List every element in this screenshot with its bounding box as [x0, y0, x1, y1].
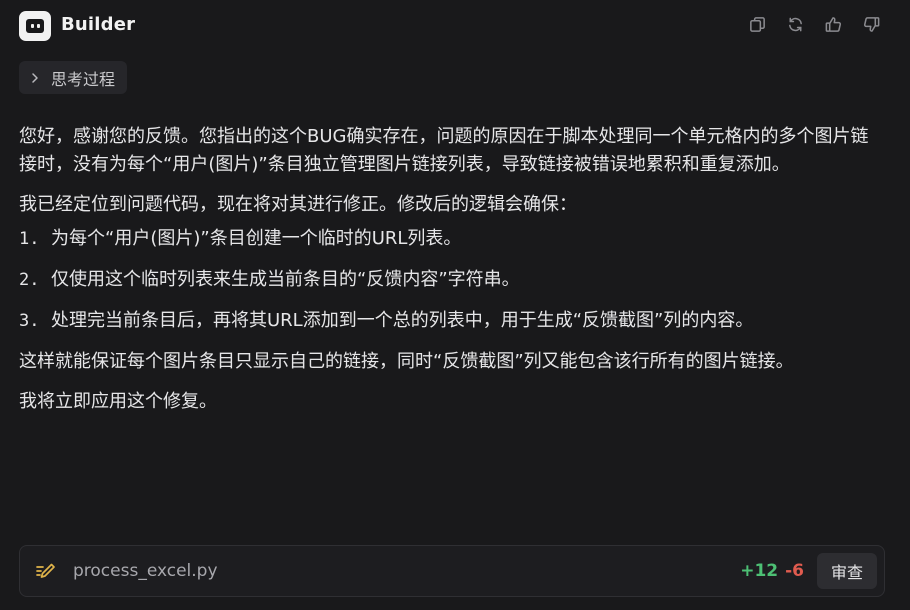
thumbs-up-icon[interactable]: [823, 14, 844, 35]
builder-logo-icon: [19, 11, 51, 41]
header: Builder: [0, 0, 910, 52]
chevron-right-icon: [32, 72, 38, 83]
list-number: 2.: [19, 270, 40, 290]
list-number: 1.: [19, 229, 40, 249]
message-actions: [747, 14, 882, 35]
message-paragraph: 这样就能保证每个图片条目只显示自己的链接，同时“反馈截图”列又能包含该行所有的图…: [19, 351, 794, 372]
review-button[interactable]: 审查: [817, 553, 877, 589]
list-item: 1. 为每个“用户(图片)”条目创建一个临时的URL列表。: [19, 225, 885, 253]
thinking-toggle[interactable]: 思考过程: [19, 61, 128, 94]
file-change-bar: process_excel.py +12 -6 审查: [19, 545, 885, 597]
copy-icon[interactable]: [747, 14, 768, 35]
list-text: 仅使用这个临时列表来生成当前条目的“反馈内容”字符串。: [51, 269, 520, 290]
thinking-label: 思考过程: [51, 69, 116, 89]
edit-file-icon: [36, 563, 55, 578]
thumbs-down-icon[interactable]: [861, 14, 882, 35]
list-item: 2. 仅使用这个临时列表来生成当前条目的“反馈内容”字符串。: [19, 266, 885, 294]
diff-stats: +12 -6: [740, 561, 804, 581]
message-paragraph: 我将立即应用这个修复。: [19, 391, 217, 412]
list-text: 处理完当前条目后，再将其URL添加到一个总的列表中，用于生成“反馈截图”列的内容…: [51, 310, 754, 331]
lines-removed: -6: [785, 561, 804, 581]
lines-added: +12: [740, 561, 779, 581]
list-number: 3.: [19, 311, 40, 331]
assistant-message: 您好，感谢您的反馈。您指出的这个BUG确实存在，问题的原因在于脚本处理同一个单元…: [19, 123, 885, 416]
refresh-icon[interactable]: [785, 14, 806, 35]
list-item: 3. 处理完当前条目后，再将其URL添加到一个总的列表中，用于生成“反馈截图”列…: [19, 307, 885, 335]
message-paragraph: 您好，感谢您的反馈。您指出的这个BUG确实存在，问题的原因在于脚本处理同一个单元…: [19, 126, 869, 175]
file-name-link[interactable]: process_excel.py: [73, 561, 218, 581]
message-paragraph: 我已经定位到问题代码，现在将对其进行修正。修改后的逻辑会确保：: [19, 194, 577, 215]
list-text: 为每个“用户(图片)”条目创建一个临时的URL列表。: [51, 228, 462, 249]
app-title: Builder: [61, 14, 136, 35]
